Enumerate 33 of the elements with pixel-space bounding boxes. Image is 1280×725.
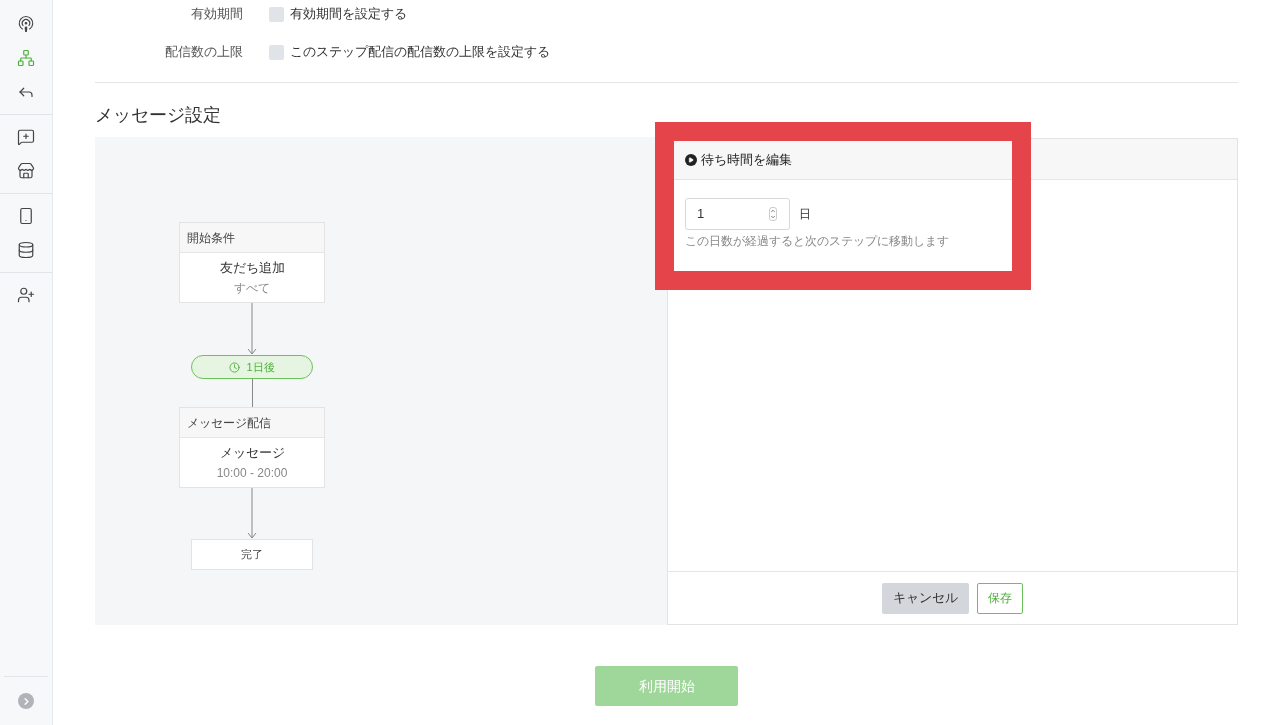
- arrow: [247, 488, 257, 539]
- setting-label: 有効期間: [190, 5, 243, 24]
- checkbox[interactable]: [269, 44, 284, 60]
- flow-node[interactable]: 開始条件 友だち追加 すべて: [179, 222, 325, 303]
- node-subtitle: 10:00 - 20:00: [216, 465, 288, 483]
- broadcast-icon: [17, 15, 35, 33]
- arrow: [247, 303, 257, 355]
- play-icon: [685, 154, 697, 166]
- section-title: メッセージ設定: [95, 104, 222, 127]
- store-icon: [17, 162, 35, 180]
- database-icon: [17, 241, 35, 259]
- help-text: この日数が経過すると次のステップに移動します: [685, 233, 950, 250]
- add-user-icon: [17, 286, 35, 304]
- setting-label: 配信数の上限: [164, 43, 243, 62]
- node-subtitle: すべて: [234, 280, 270, 298]
- spinner-icon: [769, 207, 777, 221]
- unit-label: 日: [799, 206, 811, 223]
- node-title: メッセージ: [219, 443, 285, 462]
- node-header: 開始条件: [180, 223, 324, 253]
- node-title: 友だち追加: [219, 258, 285, 277]
- checkbox[interactable]: [269, 6, 284, 22]
- hierarchy-icon: [17, 49, 35, 67]
- end-node[interactable]: 完了: [191, 539, 313, 570]
- node-header: メッセージ配信: [180, 408, 324, 438]
- flow-node[interactable]: メッセージ配信 メッセージ 10:00 - 20:00: [179, 407, 325, 488]
- number-field[interactable]: 1: [685, 198, 790, 230]
- popover-title: 待ち時間を編集: [701, 151, 792, 170]
- clock-icon: [229, 361, 241, 373]
- checkbox-label: 有効期間を設定する: [290, 5, 407, 24]
- cancel-button[interactable]: キャンセル: [882, 582, 969, 614]
- message-plus-icon: [17, 128, 35, 146]
- checkbox-label: このステップ配信の配信数の上限を設定する: [290, 43, 550, 62]
- phone-icon: [17, 207, 35, 225]
